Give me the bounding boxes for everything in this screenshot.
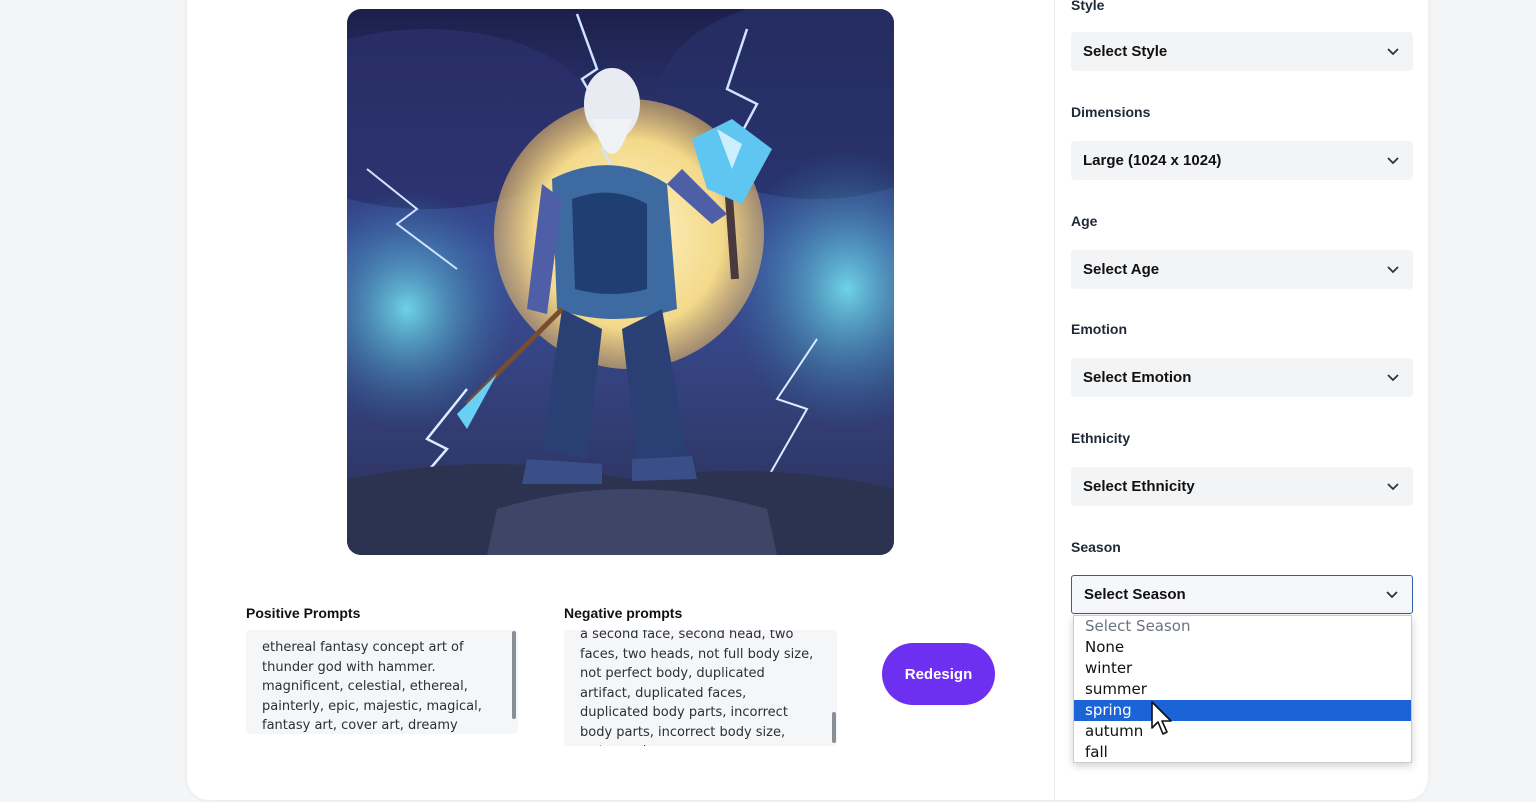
style-label: Style bbox=[1071, 0, 1105, 13]
season-option-spring[interactable]: spring bbox=[1074, 700, 1411, 721]
season-option-summer[interactable]: summer bbox=[1074, 679, 1411, 700]
dimensions-label: Dimensions bbox=[1071, 104, 1151, 120]
season-option-winter[interactable]: winter bbox=[1074, 658, 1411, 679]
chevron-down-icon bbox=[1387, 265, 1399, 273]
dimensions-select[interactable]: Large (1024 x 1024) bbox=[1071, 141, 1413, 180]
chevron-down-icon bbox=[1387, 373, 1399, 381]
positive-prompts-textarea[interactable]: ethereal fantasy concept art of thunder … bbox=[246, 630, 518, 734]
season-option-fall[interactable]: fall bbox=[1074, 742, 1411, 763]
season-label: Season bbox=[1071, 539, 1121, 555]
age-select[interactable]: Select Age bbox=[1071, 250, 1413, 289]
season-option-autumn[interactable]: autumn bbox=[1074, 721, 1411, 742]
season-select-value: Select Season bbox=[1084, 586, 1186, 603]
emotion-select[interactable]: Select Emotion bbox=[1071, 358, 1413, 397]
mouse-pointer-icon bbox=[1151, 701, 1172, 735]
chevron-down-icon bbox=[1387, 156, 1399, 164]
chevron-down-icon bbox=[1387, 482, 1399, 490]
style-select-value: Select Style bbox=[1083, 43, 1168, 60]
emotion-label: Emotion bbox=[1071, 321, 1127, 337]
season-dropdown-list[interactable]: Select Season None winter summer spring autum… bbox=[1073, 615, 1412, 763]
dimensions-select-value: Large (1024 x 1024) bbox=[1083, 152, 1222, 169]
redesign-button[interactable]: Redesign bbox=[882, 643, 995, 705]
emotion-select-value: Select Emotion bbox=[1083, 369, 1192, 386]
positive-prompts-text: ethereal fantasy concept art of thunder … bbox=[262, 640, 482, 733]
chevron-down-icon bbox=[1386, 590, 1398, 598]
ethnicity-label: Ethnicity bbox=[1071, 430, 1131, 446]
chevron-down-icon bbox=[1387, 47, 1399, 55]
age-label: Age bbox=[1071, 213, 1098, 229]
age-select-value: Select Age bbox=[1083, 261, 1160, 278]
negative-prompts-scrollbar[interactable] bbox=[832, 712, 836, 743]
season-select[interactable]: Select Season bbox=[1071, 575, 1413, 614]
season-option-none[interactable]: None bbox=[1074, 637, 1411, 658]
generated-image bbox=[347, 9, 894, 555]
ethnicity-select[interactable]: Select Ethnicity bbox=[1071, 467, 1413, 506]
season-option-select-season[interactable]: Select Season bbox=[1074, 616, 1411, 637]
negative-prompts-label: Negative prompts bbox=[564, 605, 683, 621]
negative-prompts-text: a second face, second head, two faces, t… bbox=[580, 630, 814, 746]
negative-prompts-textarea[interactable]: a second face, second head, two faces, t… bbox=[564, 630, 837, 746]
panel-divider bbox=[1054, 0, 1055, 802]
ethnicity-select-value: Select Ethnicity bbox=[1083, 478, 1195, 495]
style-select[interactable]: Select Style bbox=[1071, 32, 1413, 71]
positive-prompts-label: Positive Prompts bbox=[246, 605, 361, 621]
positive-prompts-scrollbar[interactable] bbox=[512, 631, 516, 719]
